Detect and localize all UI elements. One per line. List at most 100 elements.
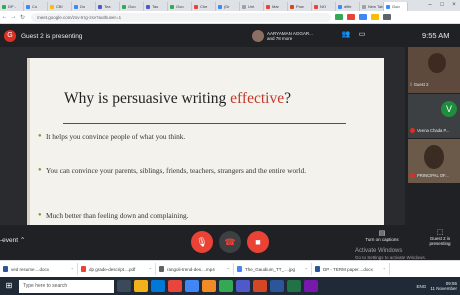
- taskbar-app-icon[interactable]: [202, 280, 216, 292]
- profile-icon[interactable]: [383, 14, 391, 20]
- tab-favicon-icon: [74, 4, 78, 9]
- tab-label: New Tab: [368, 4, 384, 9]
- browser-tab[interactable]: Co: [24, 2, 48, 11]
- participant-name: Veena Chada P...: [410, 128, 449, 133]
- tab-label: (Dr: [224, 4, 230, 9]
- tab-favicon-icon: [122, 4, 126, 9]
- tab-label: DP -: [8, 4, 16, 9]
- forward-icon[interactable]: →: [9, 14, 18, 20]
- captions-icon: ▤: [378, 230, 386, 237]
- slide-bullet: ● Much better than feeling down and compl…: [38, 210, 378, 221]
- taskbar-app-icon[interactable]: [253, 280, 267, 292]
- participant-name: ‖ Guest 2: [410, 82, 428, 87]
- participant-label: PRINCIPAL OF...: [417, 173, 449, 178]
- chevron-up-icon[interactable]: ⌃: [383, 267, 386, 272]
- download-item[interactable]: ved resume....docx ⌃: [0, 263, 78, 275]
- taskbar-app-icon[interactable]: [151, 280, 165, 292]
- slide-title-text: Why is persuasive writing: [64, 90, 231, 107]
- presenting-chip[interactable]: G Guest 2 is presenting: [4, 29, 82, 43]
- windows-start-icon[interactable]: ⊞: [0, 277, 18, 295]
- camera-off-icon: ■: [255, 237, 261, 247]
- browser-tab[interactable]: Tas: [144, 2, 168, 11]
- captions-button[interactable]: ▤ Turn on captions: [358, 229, 406, 242]
- file-icon: [237, 266, 242, 272]
- download-filename: The_Gaudium_TT_....jpg: [245, 266, 296, 272]
- extension-icon[interactable]: [347, 14, 355, 20]
- tab-label: Mar: [272, 4, 279, 9]
- taskbar-app-icon[interactable]: [236, 280, 250, 292]
- tab-label: Goo: [176, 4, 184, 9]
- browser-tab[interactable]: Pow: [288, 2, 312, 11]
- reload-icon[interactable]: ↻: [18, 14, 27, 21]
- taskbar-app-icon[interactable]: [117, 280, 131, 292]
- present-label: Guest 2 is presenting: [429, 236, 451, 246]
- taskbar-app-icon[interactable]: [219, 280, 233, 292]
- taskbar-app-icon[interactable]: [185, 280, 199, 292]
- taskbar-app-icon[interactable]: [304, 280, 318, 292]
- camera-toggle-button[interactable]: ■: [247, 231, 269, 253]
- participant-label: Veena Chada P...: [417, 128, 450, 133]
- chevron-up-icon[interactable]: ⌃: [305, 267, 308, 272]
- tab-favicon-icon: [266, 4, 270, 9]
- taskbar-app-icon[interactable]: [287, 280, 301, 292]
- back-icon[interactable]: ←: [0, 14, 9, 20]
- minimize-icon[interactable]: –: [424, 0, 436, 11]
- language-indicator[interactable]: ENG: [417, 284, 427, 289]
- browser-tab[interactable]: Che: [192, 2, 216, 11]
- browser-tab[interactable]: diffe: [336, 2, 360, 11]
- extension-icon[interactable]: [371, 14, 379, 20]
- maximize-icon[interactable]: □: [436, 0, 448, 11]
- bullet-icon: ●: [38, 133, 42, 139]
- download-filename: DP - TERM paper....docx: [323, 266, 373, 272]
- download-item[interactable]: rangoli-trend-des....mp4 ⌃: [156, 263, 234, 275]
- chevron-up-icon[interactable]: ⌃: [227, 267, 230, 272]
- participants-chip[interactable]: AARYAMAN AGGAR... and 78 more: [252, 28, 334, 44]
- download-item[interactable]: dp grade-descript....pdf ⌃: [78, 263, 156, 275]
- taskbar-app-icon[interactable]: [134, 280, 148, 292]
- tab-favicon-icon: [386, 4, 390, 9]
- chevron-up-icon[interactable]: ⌃: [71, 267, 74, 272]
- people-icon[interactable]: 👥: [340, 30, 352, 39]
- browser-tab[interactable]: Goo: [120, 2, 144, 11]
- mic-toggle-button[interactable]: 🎙: [191, 231, 213, 253]
- extension-icon[interactable]: [359, 14, 367, 20]
- audio-icon: ‖: [410, 82, 412, 87]
- browser-tab[interactable]: NO: [312, 2, 336, 11]
- meeting-details-button[interactable]: -event ⌃: [0, 236, 25, 244]
- extension-icon[interactable]: [335, 14, 343, 20]
- url-field[interactable]: meet.google.com/zsv-trrg-zsv?authuser=1: [31, 12, 331, 22]
- participant-count: and 78 more: [267, 36, 293, 41]
- download-item[interactable]: DP - TERM paper....docx ⌃: [312, 263, 390, 275]
- taskbar-app-icon[interactable]: [168, 280, 182, 292]
- taskbar-clock[interactable]: 09:55 11 November: [430, 281, 457, 291]
- tab-label: Do: [80, 4, 86, 9]
- tab-label: Goo: [128, 4, 136, 9]
- file-icon: [81, 266, 86, 272]
- slide-title-highlight: effective: [230, 90, 285, 107]
- chevron-up-icon[interactable]: ⌃: [149, 267, 152, 272]
- browser-tab[interactable]: Tea: [96, 2, 120, 11]
- browser-tab[interactable]: Do: [72, 2, 96, 11]
- download-item[interactable]: The_Gaudium_TT_....jpg ⌃: [234, 263, 312, 275]
- tab-favicon-icon: [338, 4, 342, 9]
- chat-icon[interactable]: ▭: [356, 30, 368, 39]
- browser-tab[interactable]: New Tab: [360, 2, 384, 11]
- browser-tab[interactable]: Mar: [264, 2, 288, 11]
- leave-call-button[interactable]: ☎: [219, 231, 241, 253]
- avatar: V: [441, 101, 457, 117]
- taskbar-app-icon[interactable]: [270, 280, 284, 292]
- browser-tab[interactable]: CB!: [48, 2, 72, 11]
- present-button[interactable]: ⬚ Guest 2 is presenting: [420, 228, 460, 246]
- browser-tab[interactable]: Goo: [168, 2, 192, 11]
- browser-tab[interactable]: Goo: [384, 2, 408, 11]
- browser-tab[interactable]: (Dr: [216, 2, 240, 11]
- taskbar-search[interactable]: Type here to search: [19, 279, 114, 293]
- browser-tab[interactable]: DP -: [0, 2, 24, 11]
- chevron-up-icon: ⌃: [19, 237, 26, 244]
- browser-tab[interactable]: Unt: [240, 2, 264, 11]
- bullet-icon: ●: [38, 167, 42, 173]
- close-icon[interactable]: ×: [448, 0, 460, 11]
- mic-off-icon: [410, 128, 415, 133]
- tab-favicon-icon: [2, 4, 6, 9]
- bullet-text: It helps you convince people of what you…: [46, 132, 186, 141]
